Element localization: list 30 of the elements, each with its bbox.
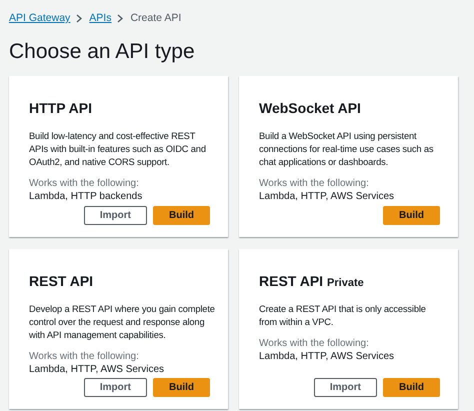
breadcrumb-link[interactable]: API Gateway xyxy=(9,12,70,24)
import-button[interactable]: Import xyxy=(84,378,147,397)
breadcrumb-link[interactable]: APIs xyxy=(89,12,112,24)
card-title: HTTP API xyxy=(29,100,92,116)
build-button[interactable]: Build xyxy=(153,206,210,225)
card-title: WebSocket API xyxy=(259,100,361,116)
card-description: Build low-latency and cost-effective REST APIs with built-in features such as OIDC and OAuth2, and native CORS support. xyxy=(29,130,207,169)
chevron-right-icon xyxy=(76,14,84,22)
card-description: Create a REST API that is only accessible from within a VPC. xyxy=(259,303,427,329)
works-with-list: Lambda, HTTP backends xyxy=(29,190,210,203)
card-description: Develop a REST API where you gain complete control over the request and response along with API management capabilities. xyxy=(29,303,216,342)
works-with-list: Lambda, HTTP, AWS Services xyxy=(29,363,210,376)
works-with-label: Works with the following: xyxy=(29,350,140,363)
chevron-right-icon xyxy=(117,14,124,22)
works-with-label: Works with the following: xyxy=(259,177,370,190)
card-description: Build a WebSocket API using persistent connections for real-time use cases such as chat applications or dashboards. xyxy=(259,130,434,169)
works-with-label: Works with the following: xyxy=(259,337,370,350)
works-with-list: Lambda, HTTP, AWS Services xyxy=(259,350,440,363)
build-button[interactable]: Build xyxy=(383,378,440,397)
works-with-label: Works with the following: xyxy=(29,177,140,190)
works-with-list: Lambda, HTTP, AWS Services xyxy=(259,190,440,203)
breadcrumb-current: Create API xyxy=(130,12,182,24)
card-title: REST API xyxy=(29,273,94,289)
build-button[interactable]: Build xyxy=(153,378,210,397)
build-button[interactable]: Build xyxy=(383,206,440,225)
import-button[interactable]: Import xyxy=(314,378,377,397)
page-heading: Choose an API type xyxy=(9,40,196,64)
import-button[interactable]: Import xyxy=(84,206,147,225)
card-title: REST API xyxy=(259,273,324,289)
card-subtitle: Private xyxy=(327,277,364,289)
